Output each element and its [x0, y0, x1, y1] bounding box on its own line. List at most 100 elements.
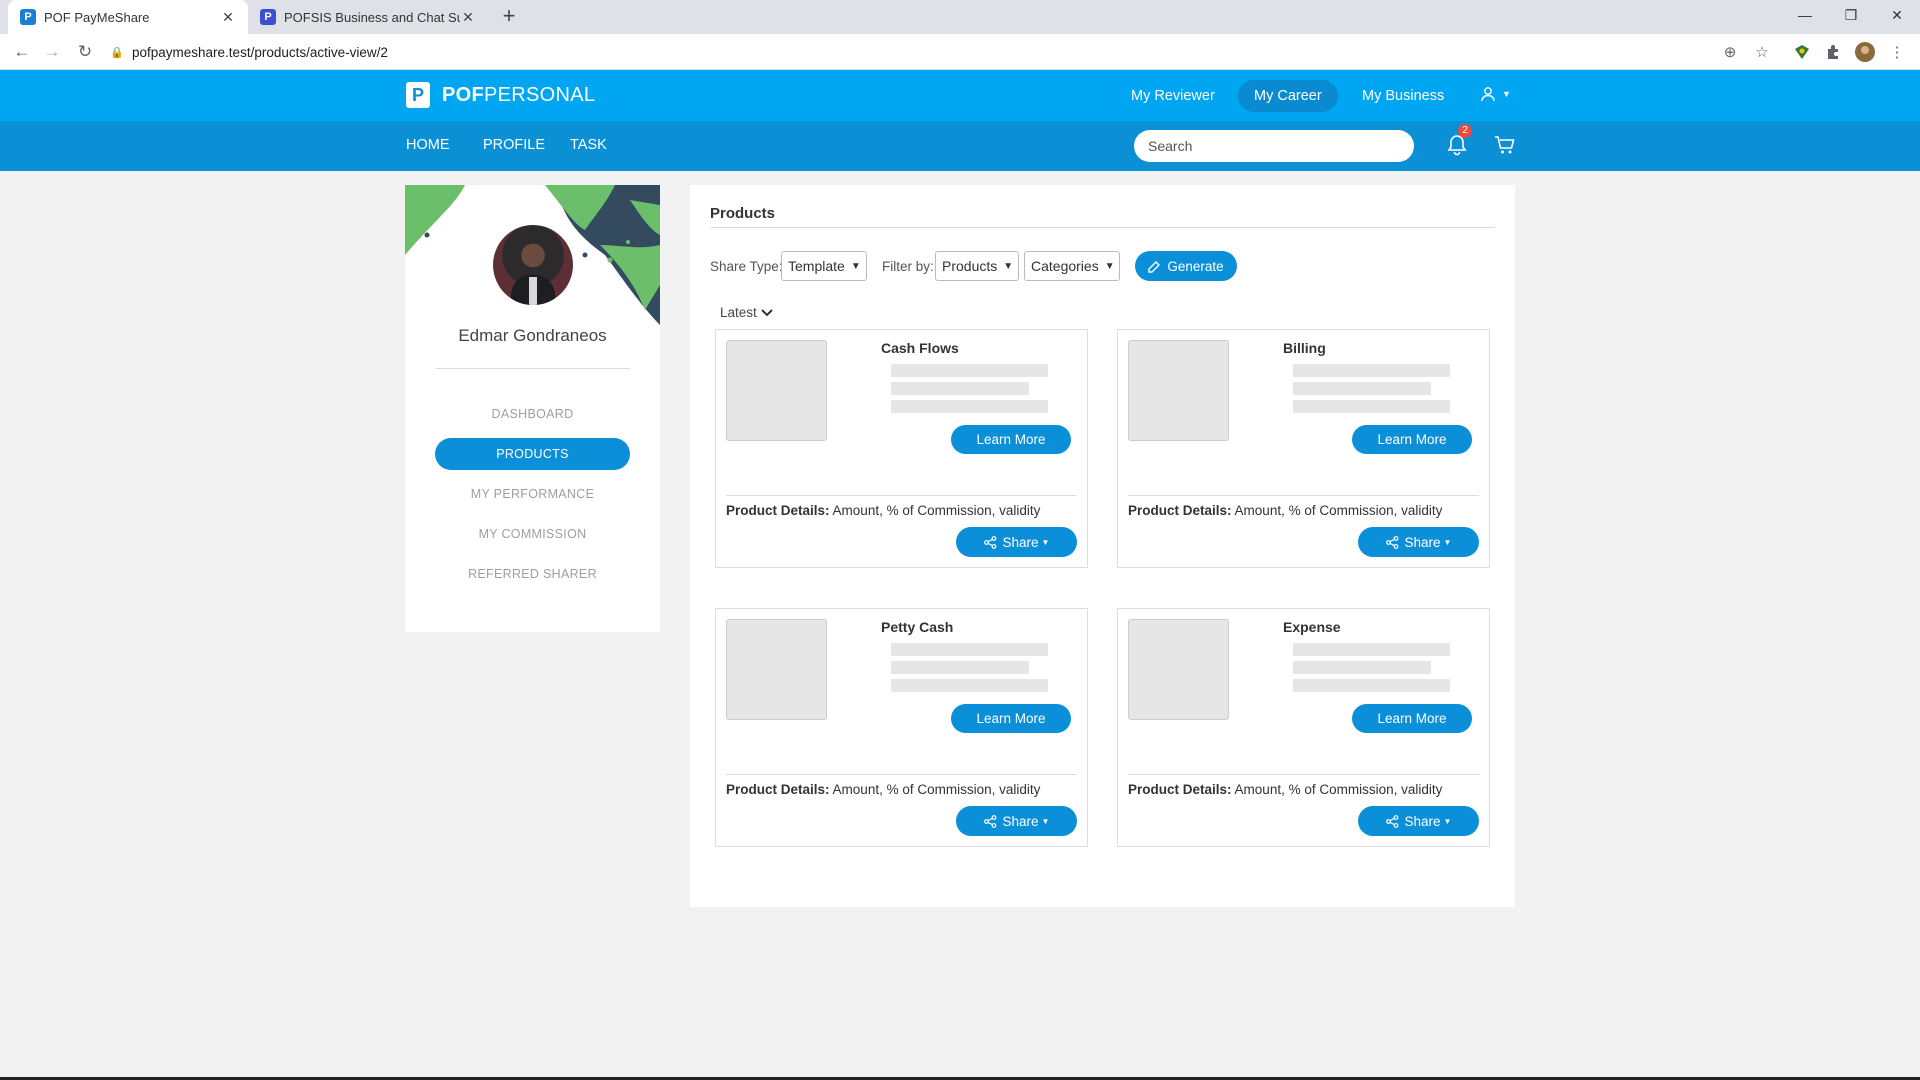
share-icon	[983, 814, 996, 828]
tab-title: POF PayMeShare	[44, 9, 150, 25]
share-button[interactable]: Share ▼	[956, 527, 1077, 557]
extensions-puzzle-icon[interactable]	[1823, 42, 1843, 62]
product-image-placeholder	[726, 619, 827, 720]
brand-logo-icon: P	[406, 82, 430, 108]
product-card: Billing Learn More Product Details: Amou…	[1117, 329, 1490, 568]
filter-categories-select[interactable]: Categories ▼	[1024, 251, 1120, 281]
browser-tab-active[interactable]: P POF PayMeShare ✕	[8, 0, 248, 34]
card-divider	[726, 495, 1077, 496]
product-card: Cash Flows Learn More Product Details: A…	[715, 329, 1088, 568]
site-favicon-icon: P	[20, 9, 36, 25]
site-favicon-icon: P	[260, 9, 276, 25]
learn-more-button[interactable]: Learn More	[951, 425, 1071, 454]
share-icon	[1385, 535, 1398, 549]
skeleton-line	[891, 643, 1048, 656]
nav-my-reviewer[interactable]: My Reviewer	[1115, 80, 1231, 112]
share-type-label: Share Type:	[710, 259, 783, 274]
new-tab-icon[interactable]: +	[497, 5, 521, 29]
sidebar-item-my-performance[interactable]: MY PERFORMANCE	[435, 478, 630, 510]
product-name: Billing	[1283, 340, 1326, 356]
caret-down-icon: ▼	[1443, 816, 1452, 826]
browser-menu-icon[interactable]: ⋮	[1887, 42, 1907, 62]
chevron-down-icon: ▼	[850, 260, 861, 272]
chevron-down-icon: ▼	[1104, 260, 1115, 272]
card-divider	[726, 774, 1077, 775]
browser-tab[interactable]: P POFSIS Business and Chat Suppo ✕	[248, 0, 488, 34]
learn-more-button[interactable]: Learn More	[951, 704, 1071, 733]
share-type-value: Template	[788, 258, 845, 274]
filter-categories-value: Categories	[1031, 258, 1099, 274]
skeleton-line	[891, 400, 1048, 413]
skeleton-line	[891, 679, 1048, 692]
filter-products-select[interactable]: Products ▼	[935, 251, 1019, 281]
share-button[interactable]: Share ▼	[1358, 527, 1479, 557]
sidebar-item-dashboard[interactable]: DASHBOARD	[435, 398, 630, 430]
search-input[interactable]	[1134, 130, 1414, 162]
restore-icon[interactable]: ❐	[1828, 0, 1874, 30]
caret-down-icon: ▼	[1443, 537, 1452, 547]
browser-tab-bar: P POF PayMeShare ✕ P POFSIS Business and…	[0, 0, 1920, 34]
sidebar-item-products[interactable]: PRODUCTS	[435, 438, 630, 470]
share-icon	[983, 535, 996, 549]
user-menu[interactable]: ▼	[1480, 86, 1511, 102]
cart-icon[interactable]	[1494, 134, 1516, 156]
back-icon[interactable]: ←	[10, 40, 34, 64]
profile-avatar-icon[interactable]	[1855, 42, 1875, 62]
skeleton-line	[891, 661, 1029, 674]
skeleton-line	[1293, 382, 1431, 395]
window-close-icon[interactable]: ✕	[1874, 0, 1920, 30]
learn-more-button[interactable]: Learn More	[1352, 425, 1472, 454]
browser-address-bar: ← → ↻ 🔒 pofpaymeshare.test/products/acti…	[0, 34, 1920, 70]
user-icon	[1481, 87, 1495, 102]
skeleton-line	[1293, 643, 1450, 656]
product-name: Petty Cash	[881, 619, 954, 635]
minimize-icon[interactable]: —	[1782, 0, 1828, 30]
card-divider	[1128, 495, 1479, 496]
share-button[interactable]: Share ▼	[1358, 806, 1479, 836]
share-type-select[interactable]: Template ▼	[781, 251, 867, 281]
share-button[interactable]: Share ▼	[956, 806, 1077, 836]
nav-task[interactable]: TASK	[570, 137, 607, 153]
close-tab-icon[interactable]: ✕	[220, 9, 236, 26]
sidebar-item-referred-sharer[interactable]: REFERRED SHARER	[435, 558, 630, 590]
install-icon[interactable]: ⊕	[1720, 42, 1740, 62]
user-name: Edmar Gondraneos	[458, 326, 607, 345]
learn-more-button[interactable]: Learn More	[1352, 704, 1472, 733]
bookmark-star-icon[interactable]: ☆	[1752, 42, 1772, 62]
share-icon	[1385, 814, 1398, 828]
card-divider	[1128, 774, 1479, 775]
generate-button[interactable]: Generate	[1135, 251, 1237, 281]
brand-name: POFPERSONAL	[442, 83, 596, 106]
tab-title: POFSIS Business and Chat Suppo	[284, 9, 460, 25]
product-details: Product Details: Amount, % of Commission…	[726, 782, 1041, 797]
extension-icon[interactable]	[1792, 42, 1812, 62]
skeleton-line	[1293, 400, 1450, 413]
product-details: Product Details: Amount, % of Commission…	[1128, 782, 1443, 797]
forward-icon[interactable]: →	[40, 40, 64, 64]
lock-icon: 🔒	[110, 46, 124, 59]
product-image-placeholder	[726, 340, 827, 441]
nav-home[interactable]: HOME	[406, 137, 450, 153]
sort-label: Latest	[720, 305, 757, 320]
sidebar-item-my-commission[interactable]: MY COMMISSION	[435, 518, 630, 550]
products-panel: Products Share Type: Template ▼ Filter b…	[690, 185, 1515, 907]
brand[interactable]: P POFPERSONAL	[406, 82, 595, 108]
url-text: pofpaymeshare.test/products/active-view/…	[132, 44, 388, 60]
sort-dropdown[interactable]: Latest	[720, 305, 773, 320]
nav-my-career[interactable]: My Career	[1238, 80, 1338, 112]
profile-sidebar: Edmar Gondraneos DASHBOARD PRODUCTS MY P…	[405, 185, 660, 632]
skeleton-line	[891, 364, 1048, 377]
product-card: Petty Cash Learn More Product Details: A…	[715, 608, 1088, 847]
skeleton-line	[1293, 661, 1431, 674]
avatar[interactable]	[493, 225, 573, 305]
caret-down-icon: ▼	[1041, 816, 1050, 826]
reload-icon[interactable]: ↻	[73, 40, 97, 64]
product-name: Cash Flows	[881, 340, 959, 356]
nav-profile[interactable]: PROFILE	[483, 137, 545, 153]
chevron-down-icon	[761, 308, 773, 316]
url-field[interactable]: 🔒 pofpaymeshare.test/products/active-vie…	[110, 38, 1760, 66]
product-details: Product Details: Amount, % of Commission…	[1128, 503, 1443, 518]
nav-my-business[interactable]: My Business	[1346, 80, 1460, 112]
close-tab-icon[interactable]: ✕	[460, 9, 476, 26]
edit-icon	[1148, 260, 1161, 273]
